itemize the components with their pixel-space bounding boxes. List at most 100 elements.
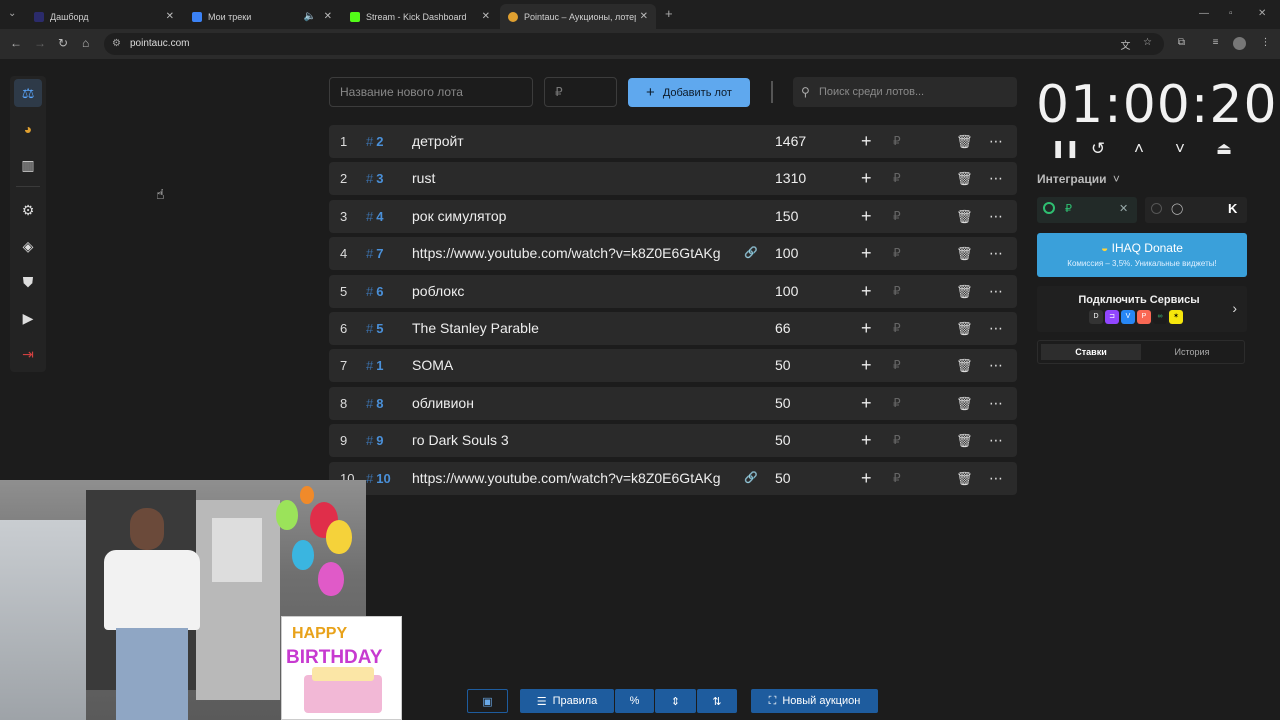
lot-name[interactable]: SOMA — [412, 349, 727, 382]
pause-icon[interactable]: ❚❚ — [1051, 139, 1080, 159]
lot-amount[interactable]: 150 — [775, 200, 798, 233]
more-options-icon[interactable]: ⋯ — [989, 275, 1003, 308]
lot-amount[interactable]: 1310 — [775, 162, 806, 195]
settings-gear-icon[interactable]: ⚙ — [14, 196, 42, 224]
close-icon[interactable]: ✕ — [482, 11, 490, 22]
lot-name[interactable]: The Stanley Parable — [412, 312, 727, 345]
add-amount-icon[interactable]: + — [861, 200, 872, 233]
logout-icon[interactable]: ⇥ — [14, 340, 42, 368]
site-info-icon[interactable]: ⚙ — [112, 33, 121, 55]
auction-gavel-icon[interactable]: ⚖ — [14, 79, 42, 107]
more-options-icon[interactable]: ⋯ — [989, 349, 1003, 382]
lot-row[interactable]: 3 #4 рок симулятор 150 + ₽ 🗑 ⋯ — [329, 199, 1017, 233]
tab-bids[interactable]: Ставки — [1041, 344, 1141, 360]
lot-row[interactable]: 7 #1 SOMA 50 + ₽ 🗑 ⋯ — [329, 349, 1017, 383]
more-options-icon[interactable]: ⋯ — [989, 462, 1003, 495]
trash-icon[interactable]: 🗑 — [956, 312, 973, 345]
lot-search-input[interactable]: ⚲ Поиск среди лотов... — [793, 77, 1017, 107]
layers-icon[interactable]: ◈ — [14, 232, 42, 260]
media-icon[interactable]: ≡ — [1209, 37, 1222, 50]
reset-icon[interactable]: ↺ — [1091, 139, 1105, 159]
add-amount-icon[interactable]: + — [861, 462, 872, 495]
more-options-icon[interactable]: ⋯ — [989, 387, 1003, 420]
close-icon[interactable]: ✕ — [166, 11, 174, 22]
translate-icon[interactable]: 文 — [1119, 37, 1132, 52]
lot-row[interactable]: 5 #6 роблокс 100 + ₽ 🗑 ⋯ — [329, 274, 1017, 308]
lot-name[interactable]: https://www.youtube.com/watch?v=k8Z0E6Gt… — [412, 462, 727, 495]
lot-row[interactable]: 6 #5 The Stanley Parable 66 + ₽ 🗑 ⋯ — [329, 312, 1017, 345]
lot-name[interactable]: rust — [412, 162, 727, 195]
window-close-icon[interactable]: ✕ — [1258, 8, 1266, 19]
link-icon[interactable]: 🔗 — [744, 462, 758, 495]
lot-name[interactable]: го Dark Souls 3 — [412, 424, 727, 457]
sort-button[interactable]: ⇅ — [697, 689, 737, 713]
tab-search-icon[interactable]: ⌄ — [8, 8, 16, 19]
more-options-icon[interactable]: ⋯ — [989, 125, 1003, 158]
tab-history[interactable]: История — [1142, 344, 1242, 360]
trash-icon[interactable]: 🗑 — [956, 275, 973, 308]
maximize-icon[interactable]: ▫ — [1229, 8, 1233, 19]
lot-amount-input[interactable]: ₽ — [544, 77, 617, 107]
trash-icon[interactable]: 🗑 — [956, 237, 973, 270]
add-amount-icon[interactable]: + — [861, 349, 872, 382]
lot-amount[interactable]: 50 — [775, 424, 791, 457]
menu-kebab-icon[interactable]: ⋮ — [1259, 37, 1272, 50]
lot-amount[interactable]: 1467 — [775, 125, 806, 158]
lot-amount[interactable]: 100 — [775, 275, 798, 308]
browser-tab[interactable]: Дашборд ✕ — [26, 4, 182, 29]
save-button[interactable]: ▣ — [467, 689, 508, 713]
lot-name[interactable]: рок симулятор — [412, 200, 727, 233]
trash-icon[interactable]: 🗑 — [956, 349, 973, 382]
lot-row[interactable]: 2 #3 rust 1310 + ₽ 🗑 ⋯ — [329, 162, 1017, 196]
reload-icon[interactable]: ↻ — [58, 36, 68, 50]
browser-tab[interactable]: Мои треки 🔈 ✕ — [184, 4, 340, 29]
more-options-icon[interactable]: ⋯ — [989, 200, 1003, 233]
lot-name[interactable]: роблокс — [412, 275, 727, 308]
lot-name-input[interactable]: Название нового лота — [329, 77, 533, 107]
more-options-icon[interactable]: ⋯ — [989, 424, 1003, 457]
browser-tab-active[interactable]: Pointauc – Аукционы, лотерея ✕ — [500, 4, 656, 29]
add-amount-icon[interactable]: + — [861, 424, 872, 457]
split-button[interactable]: ⇕ — [655, 689, 696, 713]
percent-button[interactable]: % — [615, 689, 654, 713]
trash-icon[interactable]: 🗑 — [956, 200, 973, 233]
back-icon[interactable]: ← — [10, 36, 22, 50]
more-options-icon[interactable]: ⋯ — [989, 162, 1003, 195]
minimize-icon[interactable]: — — [1199, 8, 1209, 19]
more-options-icon[interactable]: ⋯ — [989, 312, 1003, 345]
stats-bar-icon[interactable]: ▥ — [14, 151, 42, 179]
lot-name[interactable]: https://www.youtube.com/watch?v=k8Z0E6Gt… — [412, 237, 727, 270]
more-options-icon[interactable]: ⋯ — [989, 237, 1003, 270]
new-auction-button[interactable]: ⛶ Новый аукцион — [751, 689, 878, 713]
chevron-down-icon[interactable]: ˅ — [1175, 139, 1185, 159]
lot-row[interactable]: 8 #8 обливион 50 + ₽ 🗑 ⋯ — [329, 386, 1017, 420]
trash-icon[interactable]: 🗑 — [956, 125, 973, 158]
rules-button[interactable]: ☰ Правила — [520, 689, 614, 713]
browser-tab[interactable]: Stream - Kick Dashboard ✕ — [342, 4, 498, 29]
integration-kick[interactable]: ◯ K — [1145, 197, 1247, 223]
connect-services-card[interactable]: Подключить Сервисы D ⊐ V P ∞ ✶ › — [1037, 286, 1247, 332]
close-icon[interactable]: ✕ — [324, 11, 332, 22]
integration-donationalerts[interactable]: ₽ ✕ — [1037, 197, 1137, 223]
lot-amount[interactable]: 100 — [775, 237, 798, 270]
lot-row[interactable]: 9 #9 го Dark Souls 3 50 + ₽ 🗑 ⋯ — [329, 424, 1017, 458]
trash-icon[interactable]: 🗑 — [956, 162, 973, 195]
add-amount-icon[interactable]: + — [861, 162, 872, 195]
trash-icon[interactable]: 🗑 — [956, 387, 973, 420]
link-icon[interactable]: 🔗 — [744, 237, 758, 270]
lot-amount[interactable]: 66 — [775, 312, 791, 345]
url-field[interactable]: ⚙ pointauc.com — [104, 33, 1164, 55]
bookmark-star-icon[interactable]: ☆ — [1141, 37, 1154, 50]
add-amount-icon[interactable]: + — [861, 237, 872, 270]
new-tab-icon[interactable]: + — [665, 6, 673, 21]
add-amount-icon[interactable]: + — [861, 125, 872, 158]
shield-icon[interactable]: ⛊ — [14, 268, 42, 296]
integrations-toggle[interactable]: Интеграции ˅ — [1037, 172, 1120, 186]
chevron-up-icon[interactable]: ˄ — [1134, 139, 1144, 159]
lot-row[interactable]: 1 #2 детройт 1467 + ₽ 🗑 ⋯ — [329, 125, 1017, 158]
lot-row[interactable]: 10 #10 https://www.youtube.com/watch?v=k8Z… — [329, 461, 1017, 495]
lot-row[interactable]: 4 #7 https://www.youtube.com/watch?v=k8Z0E… — [329, 237, 1017, 271]
add-lot-button[interactable]: + Добавить лот — [628, 78, 750, 107]
extensions-icon[interactable]: ⧉ — [1175, 37, 1188, 50]
add-amount-icon[interactable]: + — [861, 312, 872, 345]
